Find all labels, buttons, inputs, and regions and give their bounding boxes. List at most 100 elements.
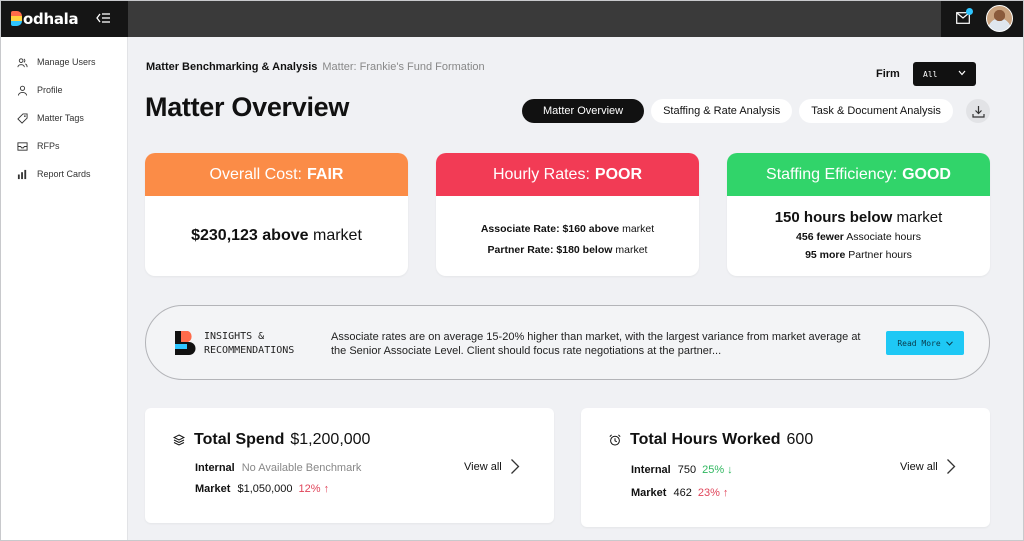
total-hours-internal-delta: 25% ↓	[702, 464, 733, 476]
view-all-label: View all	[900, 460, 938, 473]
total-spend-internal-row: Internal No Available Benchmark	[195, 462, 361, 474]
associate-hours-suffix: Associate hours	[846, 231, 921, 243]
sidebar-item-matter-tags[interactable]: Matter Tags	[1, 104, 127, 132]
hourly-rates-title: Hourly Rates:	[492, 165, 590, 183]
logo-text: odhala	[11, 10, 79, 28]
total-hours-internal-value: 750	[677, 464, 697, 476]
overall-cost-rating: FAIR	[307, 165, 344, 183]
total-hours-market-label: Market	[631, 487, 667, 499]
total-hours-market-row: Market 462 23% ↑	[631, 487, 728, 499]
total-hours-market-value: 462	[673, 487, 692, 499]
read-more-button[interactable]: Read More	[886, 331, 964, 355]
total-spend-label: Total Spend	[194, 431, 285, 448]
associate-hours-line: 456 fewer Associate hours	[727, 228, 990, 246]
total-hours-label: Total Hours Worked	[630, 431, 781, 448]
top-bar: odhala	[1, 1, 1023, 37]
overall-cost-value: $230,123	[191, 227, 258, 244]
breadcrumb-main[interactable]: Matter Benchmarking & Analysis	[146, 61, 317, 73]
chevron-right-icon	[510, 459, 520, 474]
total-hours-card: Total Hours Worked 600 Internal 750 25% ↓ M…	[581, 408, 990, 527]
sidebar-item-label: Matter Tags	[37, 113, 84, 123]
hourly-rates-header: Hourly Rates: POOR	[436, 153, 699, 196]
layers-icon	[173, 434, 185, 446]
total-hours-view-all[interactable]: View all	[900, 458, 956, 475]
total-spend-internal-value: No Available Benchmark	[241, 462, 362, 474]
avatar[interactable]	[986, 5, 1013, 32]
partner-hours-value: 95 more	[805, 249, 846, 261]
partner-hours-suffix: Partner hours	[848, 249, 912, 261]
alarm-clock-icon	[609, 434, 621, 446]
tab-bar: Matter Overview Staffing & Rate Analysis…	[522, 99, 953, 123]
logo[interactable]: odhala	[1, 1, 128, 37]
chevron-down-icon	[945, 340, 953, 346]
breadcrumb-matter: Matter: Frankie's Fund Formation	[322, 61, 485, 73]
view-all-label: View all	[464, 460, 502, 473]
sidebar-item-rfps[interactable]: RFPs	[1, 132, 127, 160]
insights-panel: INSIGHTS & RECOMMENDATIONS Associate rat…	[145, 305, 990, 380]
overall-cost-header: Overall Cost: FAIR	[145, 153, 408, 196]
tab-matter-overview[interactable]: Matter Overview	[522, 99, 645, 123]
inbox-icon	[17, 141, 28, 151]
partner-hours-line: 95 more Partner hours	[727, 246, 990, 264]
firm-select[interactable]: All	[913, 62, 976, 86]
total-spend-view-all[interactable]: View all	[464, 458, 520, 475]
total-spend-title: Total Spend $1,200,000	[173, 431, 370, 449]
chevron-right-icon	[946, 459, 956, 474]
menu-collapse-icon[interactable]	[95, 11, 111, 25]
total-spend-market-label: Market	[195, 483, 231, 495]
staffing-efficiency-header: Staffing Efficiency: GOOD	[727, 153, 990, 196]
download-icon	[971, 105, 985, 118]
insights-label-line1: INSIGHTS &	[204, 331, 265, 342]
staffing-efficiency-body: 150 hours below market 456 fewer Associa…	[727, 196, 990, 264]
insights-label: INSIGHTS & RECOMMENDATIONS	[204, 330, 294, 358]
tab-staffing-rate-analysis[interactable]: Staffing & Rate Analysis	[651, 99, 793, 123]
chevron-down-icon	[958, 70, 966, 76]
staffing-hours-line: 150 hours below market	[727, 208, 990, 228]
sidebar-item-label: Profile	[37, 85, 63, 95]
user-icon	[17, 85, 28, 96]
partner-rate-suffix: market	[615, 244, 648, 256]
total-spend-market-delta: 12% ↑	[298, 483, 330, 495]
staffing-efficiency-card: Staffing Efficiency: GOOD 150 hours below…	[727, 153, 990, 276]
sidebar-item-label: RFPs	[37, 141, 60, 151]
download-button[interactable]	[966, 99, 990, 123]
sidebar-nav: Manage Users Profile Matter Tags RFPs Re…	[1, 48, 127, 188]
staffing-hours-suffix: market	[896, 209, 943, 226]
overall-cost-title: Overall Cost:	[209, 165, 302, 183]
hourly-rates-rating: POOR	[594, 165, 643, 183]
sidebar-item-profile[interactable]: Profile	[1, 76, 127, 104]
associate-rate-suffix: market	[622, 223, 655, 235]
page-title: Matter Overview	[145, 92, 350, 122]
firm-label: Firm	[876, 68, 900, 80]
associate-rate-line: Associate Rate: $160 above market	[436, 219, 699, 240]
total-spend-amount: $1,200,000	[290, 431, 371, 448]
notification-dot	[966, 8, 973, 15]
sidebar-item-label: Report Cards	[37, 169, 91, 179]
staffing-efficiency-title: Staffing Efficiency:	[766, 165, 898, 183]
sidebar-item-report-cards[interactable]: Report Cards	[1, 160, 127, 188]
staffing-efficiency-rating: GOOD	[902, 165, 951, 183]
sidebar-item-manage-users[interactable]: Manage Users	[1, 48, 127, 76]
insights-label-line2: RECOMMENDATIONS	[204, 345, 295, 356]
associate-rate-value: Associate Rate: $160 above	[480, 223, 620, 235]
insights-text: Associate rates are on average 15-20% hi…	[331, 331, 861, 357]
total-hours-market-delta: 23% ↑	[697, 487, 729, 499]
sidebar: Manage Users Profile Matter Tags RFPs Re…	[1, 37, 128, 540]
staffing-hours-value: 150 hours below	[774, 209, 893, 226]
associate-hours-value: 456 fewer	[796, 231, 844, 243]
logo-b-icon	[11, 11, 22, 26]
hourly-rates-card: Hourly Rates: POOR Associate Rate: $160 a…	[436, 153, 699, 276]
partner-rate-value: Partner Rate: $180 below	[487, 244, 613, 256]
partner-rate-line: Partner Rate: $180 below market	[436, 240, 699, 261]
hourly-rates-body: Associate Rate: $160 above market Partne…	[436, 196, 699, 261]
total-hours-internal-label: Internal	[631, 464, 671, 476]
total-spend-market-row: Market $1,050,000 12% ↑	[195, 483, 329, 495]
total-hours-amount: 600	[786, 431, 814, 448]
overall-cost-card: Overall Cost: FAIR $230,123 above market	[145, 153, 408, 276]
total-spend-card: Total Spend $1,200,000 Internal No Availab…	[145, 408, 554, 523]
tab-task-document-analysis[interactable]: Task & Document Analysis	[799, 99, 953, 123]
total-spend-internal-label: Internal	[195, 462, 235, 474]
tag-icon	[17, 112, 28, 124]
users-icon	[17, 57, 28, 67]
insights-logo-icon	[175, 331, 196, 355]
